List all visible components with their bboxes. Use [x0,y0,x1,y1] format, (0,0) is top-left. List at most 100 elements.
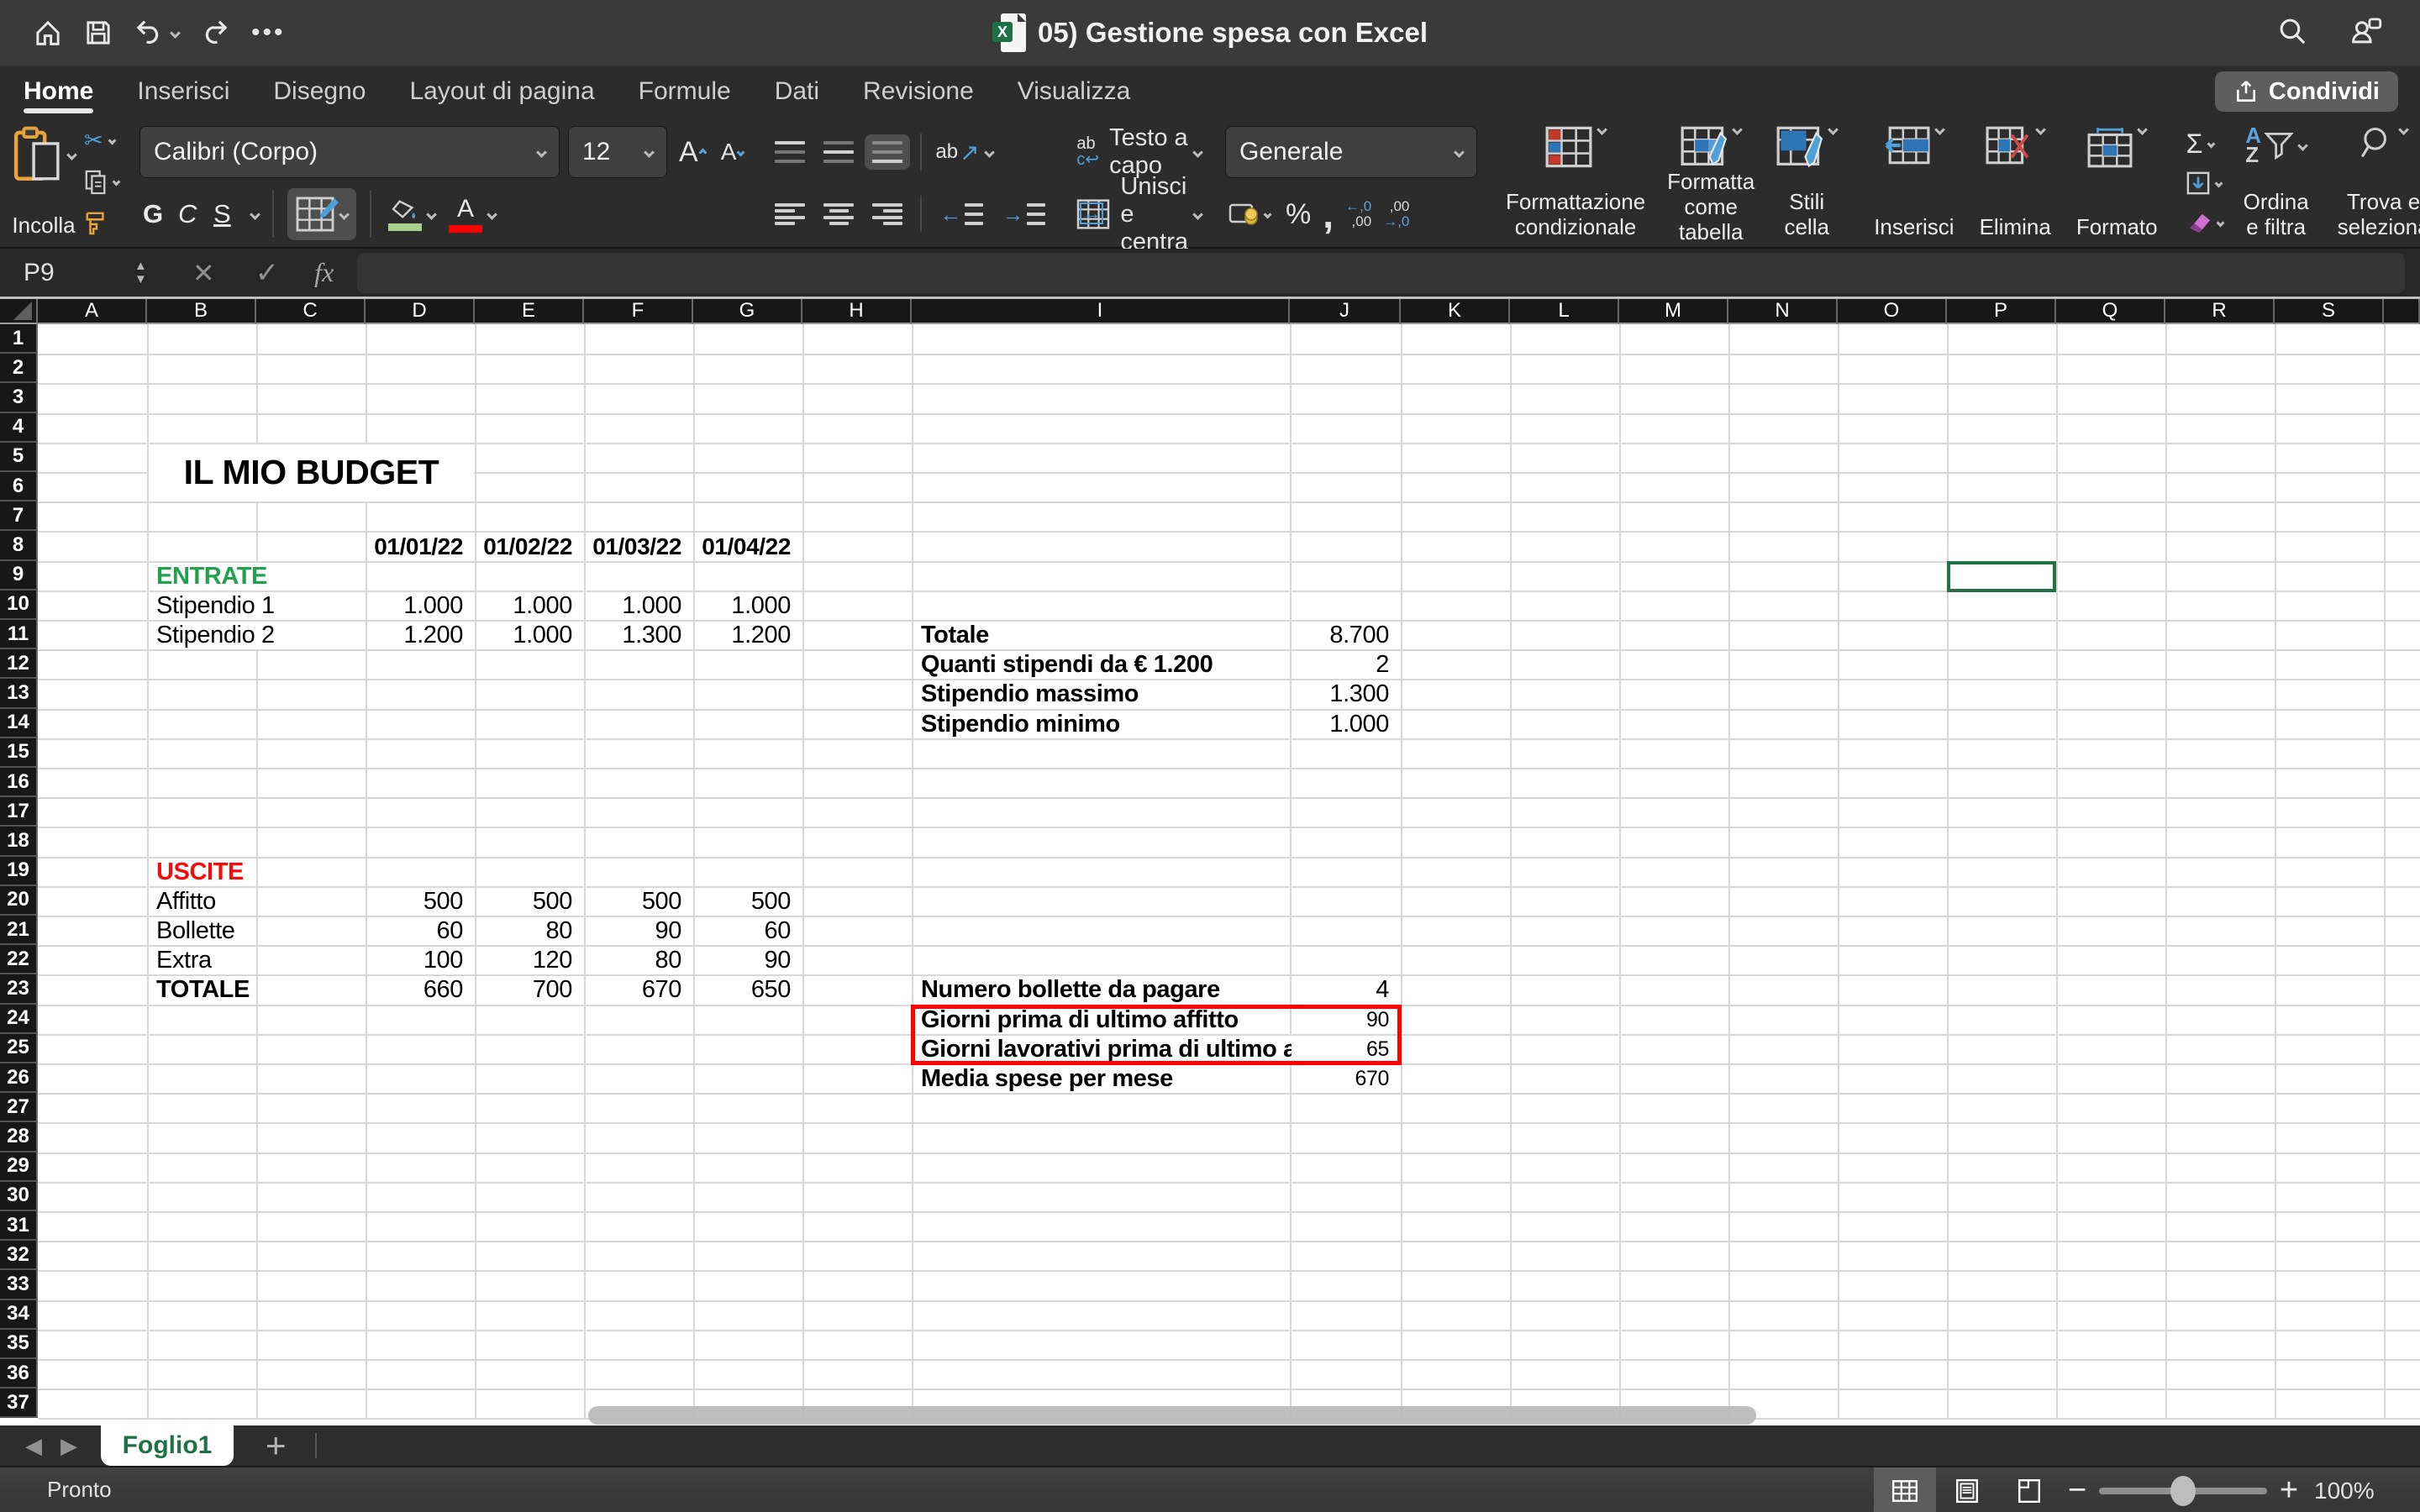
cell-E21[interactable]: 80 [476,917,583,945]
row-header-11[interactable]: 11 [0,620,38,649]
tab-home[interactable]: Home [24,66,93,118]
cell-G11[interactable]: 1.200 [695,622,802,649]
cell-G21[interactable]: 60 [695,917,802,945]
cell-J23[interactable]: 4 [1292,976,1400,1004]
decrease-decimal-button[interactable]: ←,0,00 [1345,199,1371,229]
row-header-35[interactable]: 35 [0,1330,38,1359]
column-header-R[interactable]: R [2165,299,2275,324]
cell-I23[interactable]: Numero bollette da pagare [913,976,1289,1004]
increase-font-size-button[interactable]: A [676,136,709,169]
cell-D22[interactable]: 100 [367,947,474,974]
next-sheet-icon[interactable]: ▶ [60,1433,77,1459]
undo-icon[interactable] [134,18,179,47]
column-header-E[interactable]: E [475,299,584,324]
row-header-5[interactable]: 5 [0,443,38,472]
clear-button[interactable] [2186,205,2223,240]
column-header-M[interactable]: M [1619,299,1728,324]
home-icon[interactable] [34,18,62,47]
column-header-S[interactable]: S [2275,299,2384,324]
number-format-select[interactable]: Generale [1225,126,1477,178]
row-header-1[interactable]: 1 [0,324,38,354]
cell-styles-button[interactable]: Stilicella [1768,124,1845,242]
cell-G23[interactable]: 650 [695,976,802,1004]
orientation-button[interactable]: ab↗ [932,139,996,166]
borders-button[interactable] [287,188,356,240]
align-middle-button[interactable] [816,134,861,170]
cell-J12[interactable]: 2 [1292,651,1400,679]
column-header-J[interactable]: J [1290,299,1401,324]
row-header-21[interactable]: 21 [0,916,38,945]
merge-center-button[interactable]: ↔ Unisci e centra [1073,173,1205,256]
row-header-32[interactable]: 32 [0,1241,38,1270]
contact-support-icon[interactable] [2349,16,2383,50]
row-header-36[interactable]: 36 [0,1359,38,1389]
save-icon[interactable] [84,18,113,47]
row-header-33[interactable]: 33 [0,1270,38,1299]
row-header-4[interactable]: 4 [0,413,38,443]
column-header-D[interactable]: D [366,299,475,324]
formula-input[interactable] [357,253,2405,293]
column-header-L[interactable]: L [1510,299,1619,324]
row-header-19[interactable]: 19 [0,857,38,886]
delete-cells-button[interactable]: Elimina [1971,124,2060,242]
redo-icon[interactable] [201,18,229,47]
row-header-27[interactable]: 27 [0,1093,38,1122]
row-header-30[interactable]: 30 [0,1182,38,1211]
row-header-28[interactable]: 28 [0,1122,38,1152]
percent-style-button[interactable]: % [1286,198,1311,231]
cell-B10[interactable]: Stipendio 1 [149,592,281,620]
share-button[interactable]: Condividi [2215,71,2398,112]
row-header-8[interactable]: 8 [0,531,38,560]
font-size-select[interactable]: 12 [568,126,667,178]
decrease-indent-button[interactable]: ← [932,195,991,234]
enter-icon[interactable]: ✓ [255,256,280,290]
align-bottom-button[interactable] [865,134,910,170]
cell-E22[interactable]: 120 [476,947,583,974]
column-header-B[interactable]: B [147,299,256,324]
fill-color-button[interactable] [385,198,439,231]
cell-F8[interactable]: 01/03/22 [586,533,692,560]
row-header-14[interactable]: 14 [0,709,38,738]
font-name-select[interactable]: Calibri (Corpo) [139,126,560,178]
underline-button[interactable]: S [210,199,239,229]
format-painter-button[interactable] [84,210,119,235]
align-center-button[interactable] [816,197,861,232]
tab-inserisci[interactable]: Inserisci [137,66,229,118]
more-commands-icon[interactable]: ••• [251,18,286,47]
cell-B9[interactable]: ENTRATE [149,563,274,591]
cell-G20[interactable]: 500 [695,888,802,916]
search-icon[interactable] [2277,16,2307,50]
cell-F20[interactable]: 500 [586,888,692,916]
column-header-C[interactable]: C [256,299,366,324]
sheet-tab-foglio1[interactable]: Foglio1 [101,1425,234,1466]
align-top-button[interactable] [767,134,813,170]
insert-function-icon[interactable]: fx [314,257,334,288]
tab-layout-di-pagina[interactable]: Layout di pagina [409,66,594,118]
row-header-13[interactable]: 13 [0,679,38,708]
cell-B23[interactable]: TOTALE [149,976,256,1004]
row-header-15[interactable]: 15 [0,738,38,768]
row-header-12[interactable]: 12 [0,649,38,679]
font-color-button[interactable]: A [445,197,499,233]
cut-button[interactable]: ✂ [84,128,119,154]
cell-E10[interactable]: 1.000 [476,592,583,620]
zoom-slider-thumb[interactable] [2170,1476,2196,1506]
sort-filter-button[interactable]: AZ Ordinae filtra [2235,124,2317,242]
row-header-7[interactable]: 7 [0,501,38,531]
copy-button[interactable] [84,169,119,196]
row-header-23[interactable]: 23 [0,974,38,1004]
row-header-2[interactable]: 2 [0,354,38,383]
active-cell-P9[interactable] [1947,561,2056,592]
row-header-9[interactable]: 9 [0,561,38,591]
cell-D23[interactable]: 660 [367,976,474,1004]
find-select-button[interactable]: Trova eseleziona [2329,124,2420,242]
cell-I13[interactable]: Stipendio massimo [913,680,1289,708]
cell-D10[interactable]: 1.000 [367,592,474,620]
row-header-24[interactable]: 24 [0,1005,38,1034]
cell-B11[interactable]: Stipendio 2 [149,622,281,649]
horizontal-scrollbar[interactable] [588,1406,1756,1425]
select-all-corner[interactable] [0,299,38,324]
column-header-G[interactable]: G [693,299,802,324]
cell-G10[interactable]: 1.000 [695,592,802,620]
format-cells-button[interactable]: Formato [2068,124,2166,242]
